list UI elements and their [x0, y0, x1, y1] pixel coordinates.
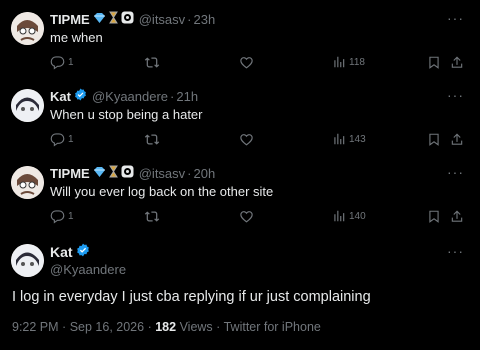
- more-options-button[interactable]: ···: [447, 87, 464, 103]
- retweet-button[interactable]: [144, 209, 160, 224]
- separator: ·: [147, 320, 152, 334]
- like-button[interactable]: [239, 55, 254, 70]
- verified-icon: [76, 243, 90, 260]
- tweet-meta: 9:22 PM · Sep 16, 2026 · 182 Views · Twi…: [12, 320, 321, 334]
- bookmark-button[interactable]: [427, 209, 441, 224]
- timestamp[interactable]: 23h: [194, 12, 216, 27]
- separator: ·: [62, 320, 67, 334]
- avatar-kat[interactable]: [11, 89, 44, 122]
- bookmark-icon: [427, 209, 441, 224]
- views-icon: [332, 209, 346, 223]
- separator: ·: [216, 320, 221, 334]
- views-count: 143: [349, 133, 366, 145]
- post-date[interactable]: Sep 16, 2026: [70, 320, 144, 334]
- reply-count: 1: [68, 211, 74, 222]
- diamond-icon: [93, 166, 106, 181]
- views-count: 140: [349, 210, 366, 222]
- timestamp[interactable]: 21h: [176, 89, 198, 104]
- reply-button[interactable]: 1: [50, 132, 74, 147]
- post-time[interactable]: 9:22 PM: [12, 320, 59, 334]
- share-button[interactable]: [450, 132, 464, 147]
- views-button[interactable]: 118: [332, 55, 365, 69]
- like-icon: [239, 132, 254, 147]
- client-source[interactable]: Twitter for iPhone: [224, 320, 321, 334]
- hourglass-icon: [108, 11, 118, 27]
- bookmark-button[interactable]: [427, 132, 441, 147]
- record-icon: [121, 165, 134, 181]
- views-button[interactable]: 140: [332, 209, 366, 223]
- reply-icon: [50, 209, 65, 224]
- more-options-button[interactable]: ···: [447, 243, 464, 259]
- handle[interactable]: @itsasv: [139, 12, 185, 27]
- views-label: Views: [179, 320, 213, 334]
- share-icon: [450, 132, 464, 147]
- tweet-header: Kat @Kyaandere · 21h: [50, 86, 198, 106]
- share-icon: [450, 55, 464, 70]
- tweet-text: When u stop being a hater: [50, 107, 203, 122]
- main-display-name-row: Kat: [50, 243, 90, 260]
- tweet-header: TIPME @itsasv · 23h: [50, 9, 215, 29]
- reply-count: 1: [68, 134, 74, 145]
- retweet-button[interactable]: [144, 132, 160, 147]
- views-count: 182: [155, 320, 177, 334]
- verified-icon: [74, 88, 87, 104]
- bookmark-button[interactable]: [427, 55, 441, 70]
- avatar-tipme[interactable]: [11, 166, 44, 199]
- display-name[interactable]: TIPME: [50, 166, 90, 181]
- bookmark-icon: [427, 132, 441, 147]
- like-icon: [239, 55, 254, 70]
- separator: ·: [187, 11, 192, 27]
- retweet-icon: [144, 55, 160, 70]
- like-button[interactable]: [239, 132, 254, 147]
- retweet-button[interactable]: [144, 55, 160, 70]
- views-icon: [332, 132, 346, 146]
- display-name[interactable]: TIPME: [50, 12, 90, 27]
- main-tweet-text: I log in everyday I just cba replying if…: [12, 289, 371, 305]
- views-button[interactable]: 143: [332, 132, 366, 146]
- views-count: 118: [349, 56, 365, 68]
- retweet-icon: [144, 209, 160, 224]
- handle[interactable]: @itsasv: [139, 166, 185, 181]
- reply-icon: [50, 55, 65, 70]
- display-name[interactable]: Kat: [50, 89, 71, 104]
- share-icon: [450, 209, 464, 224]
- handle[interactable]: @Kyaandere: [92, 89, 168, 104]
- tweet-actions: 1 118: [50, 55, 470, 73]
- timestamp[interactable]: 20h: [194, 166, 216, 181]
- share-button[interactable]: [450, 55, 464, 70]
- reply-button[interactable]: 1: [50, 55, 74, 70]
- more-options-button[interactable]: ···: [447, 164, 464, 180]
- views-icon: [332, 55, 346, 69]
- separator: ·: [187, 165, 192, 181]
- hourglass-icon: [108, 165, 118, 181]
- display-name[interactable]: Kat: [50, 244, 73, 260]
- tweet-text: Will you ever log back on the other site: [50, 184, 274, 199]
- record-icon: [121, 11, 134, 27]
- tweet-actions: 1 140: [50, 209, 470, 227]
- avatar-tipme[interactable]: [11, 12, 44, 45]
- retweet-icon: [144, 132, 160, 147]
- handle[interactable]: @Kyaandere: [50, 262, 126, 277]
- bookmark-icon: [427, 55, 441, 70]
- like-button[interactable]: [239, 209, 254, 224]
- reply-button[interactable]: 1: [50, 209, 74, 224]
- separator: ·: [170, 88, 175, 104]
- tweet-actions: 1 143: [50, 132, 470, 150]
- like-icon: [239, 209, 254, 224]
- diamond-icon: [93, 12, 106, 27]
- share-button[interactable]: [450, 209, 464, 224]
- tweet-header: TIPME @itsasv · 20h: [50, 163, 215, 183]
- reply-count: 1: [68, 57, 74, 68]
- reply-icon: [50, 132, 65, 147]
- tweet-text: me when: [50, 30, 103, 45]
- avatar-kat[interactable]: [11, 244, 44, 277]
- more-options-button[interactable]: ···: [447, 10, 464, 26]
